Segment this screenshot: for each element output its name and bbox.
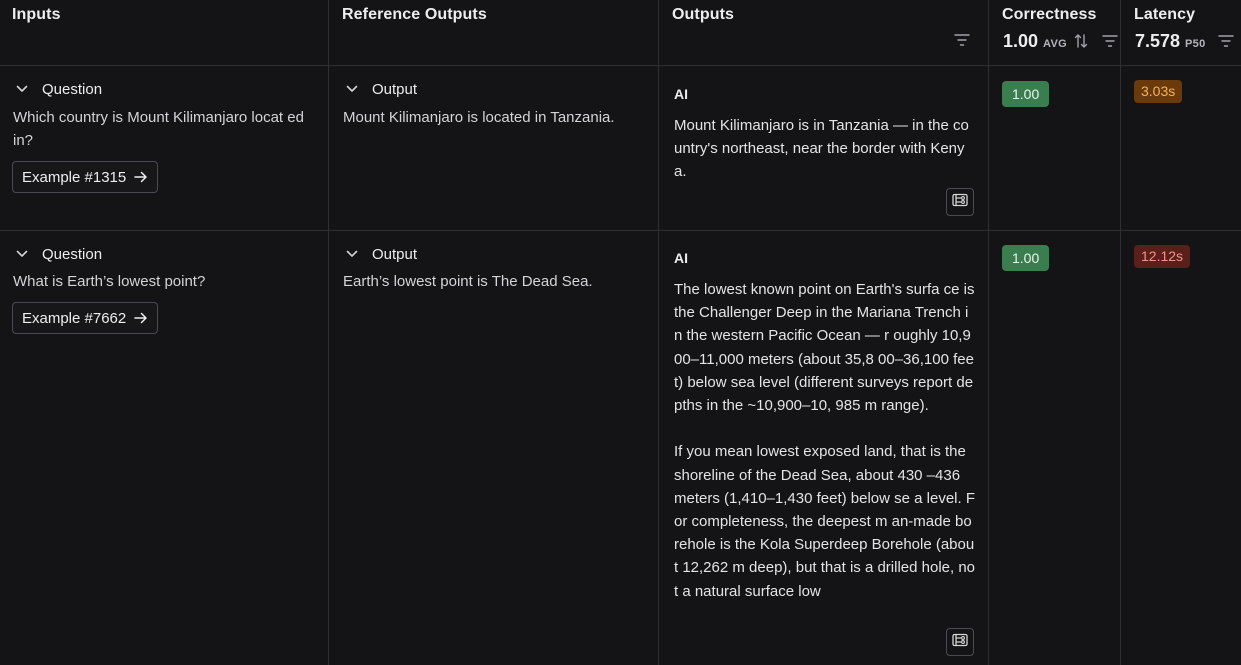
output-toggle[interactable]: Output bbox=[343, 244, 648, 264]
correctness-score-badge: 1.00 bbox=[1002, 81, 1050, 107]
column-title: Latency bbox=[1134, 6, 1196, 23]
reference-output-cell: Output Earth’s lowest point is The Dead … bbox=[343, 244, 648, 293]
chevron-down-icon bbox=[343, 244, 361, 264]
correctness-score-badge: 1.00 bbox=[1002, 245, 1050, 271]
column-divider bbox=[988, 0, 989, 665]
trace-icon bbox=[952, 633, 968, 652]
reference-output-cell: Output Mount Kilimanjaro is located in T… bbox=[343, 79, 648, 129]
question-text: What is Earth’s lowest point? bbox=[13, 273, 206, 290]
arrow-right-icon bbox=[134, 312, 148, 324]
reference-output-text: Earth’s lowest point is The Dead Sea. bbox=[343, 273, 593, 290]
column-header-reference-outputs: Reference Outputs bbox=[330, 0, 658, 66]
arrow-right-icon bbox=[134, 171, 148, 183]
column-title: Outputs bbox=[672, 6, 735, 23]
trace-icon bbox=[952, 193, 968, 212]
example-link-button[interactable]: Example #7662 bbox=[12, 302, 159, 334]
question-text: Which country is Mount Kilimanjaro locat… bbox=[13, 109, 304, 149]
column-title: Inputs bbox=[12, 6, 61, 23]
chevron-down-icon bbox=[13, 79, 31, 99]
latency-badge: 3.03s bbox=[1134, 80, 1183, 103]
ai-role-label: AI bbox=[674, 250, 688, 266]
ai-role-label: AI bbox=[674, 86, 688, 102]
question-toggle[interactable]: Question bbox=[13, 79, 318, 99]
latency-summary: 7.578 P50 bbox=[1135, 31, 1206, 52]
ai-output-cell: AI Mount Kilimanjaro is in Tanzania — in… bbox=[674, 86, 976, 184]
column-header-correctness: Correctness 1.00 AVG bbox=[990, 0, 1120, 66]
reference-output-text: Mount Kilimanjaro is located in Tanzania… bbox=[343, 109, 615, 126]
sort-icon[interactable] bbox=[1073, 33, 1089, 49]
filter-icon[interactable] bbox=[954, 33, 970, 47]
column-divider bbox=[328, 0, 329, 665]
filter-icon[interactable] bbox=[1218, 34, 1234, 48]
correctness-avg-label: AVG bbox=[1043, 38, 1067, 50]
input-cell: Question What is Earth’s lowest point? bbox=[13, 244, 318, 293]
filter-icon[interactable] bbox=[1102, 34, 1118, 48]
ai-output-text: The lowest known point on Earth's surfa … bbox=[674, 281, 976, 600]
column-title: Reference Outputs bbox=[342, 6, 487, 23]
chevron-down-icon bbox=[13, 244, 31, 264]
output-label: Output bbox=[372, 245, 418, 263]
example-label: Example #1315 bbox=[22, 168, 127, 186]
output-label: Output bbox=[372, 80, 418, 98]
row-divider bbox=[0, 230, 1241, 231]
question-label: Question bbox=[42, 245, 103, 263]
output-toggle[interactable]: Output bbox=[343, 79, 648, 99]
column-divider bbox=[1120, 0, 1121, 665]
example-label: Example #7662 bbox=[22, 309, 127, 327]
ai-output-cell: AI The lowest known point on Earth's sur… bbox=[674, 250, 976, 624]
chevron-down-icon bbox=[343, 79, 361, 99]
correctness-summary: 1.00 AVG bbox=[1003, 31, 1067, 52]
column-title: Correctness bbox=[1002, 6, 1097, 23]
example-link-button[interactable]: Example #1315 bbox=[12, 161, 159, 193]
ai-output-text: Mount Kilimanjaro is in Tanzania — in th… bbox=[674, 117, 969, 181]
column-divider bbox=[658, 0, 659, 665]
column-header-inputs: Inputs bbox=[0, 0, 328, 66]
latency-badge: 12.12s bbox=[1134, 245, 1191, 268]
view-trace-button[interactable] bbox=[946, 628, 974, 656]
column-header-outputs: Outputs bbox=[660, 0, 988, 66]
question-label: Question bbox=[42, 80, 103, 98]
column-header-latency: Latency 7.578 P50 bbox=[1122, 0, 1241, 66]
question-toggle[interactable]: Question bbox=[13, 244, 318, 264]
latency-p50-label: P50 bbox=[1185, 38, 1206, 50]
input-cell: Question Which country is Mount Kilimanj… bbox=[13, 79, 318, 152]
latency-p50-value: 7.578 bbox=[1135, 31, 1181, 51]
correctness-avg-value: 1.00 bbox=[1003, 31, 1039, 51]
view-trace-button[interactable] bbox=[946, 188, 974, 216]
